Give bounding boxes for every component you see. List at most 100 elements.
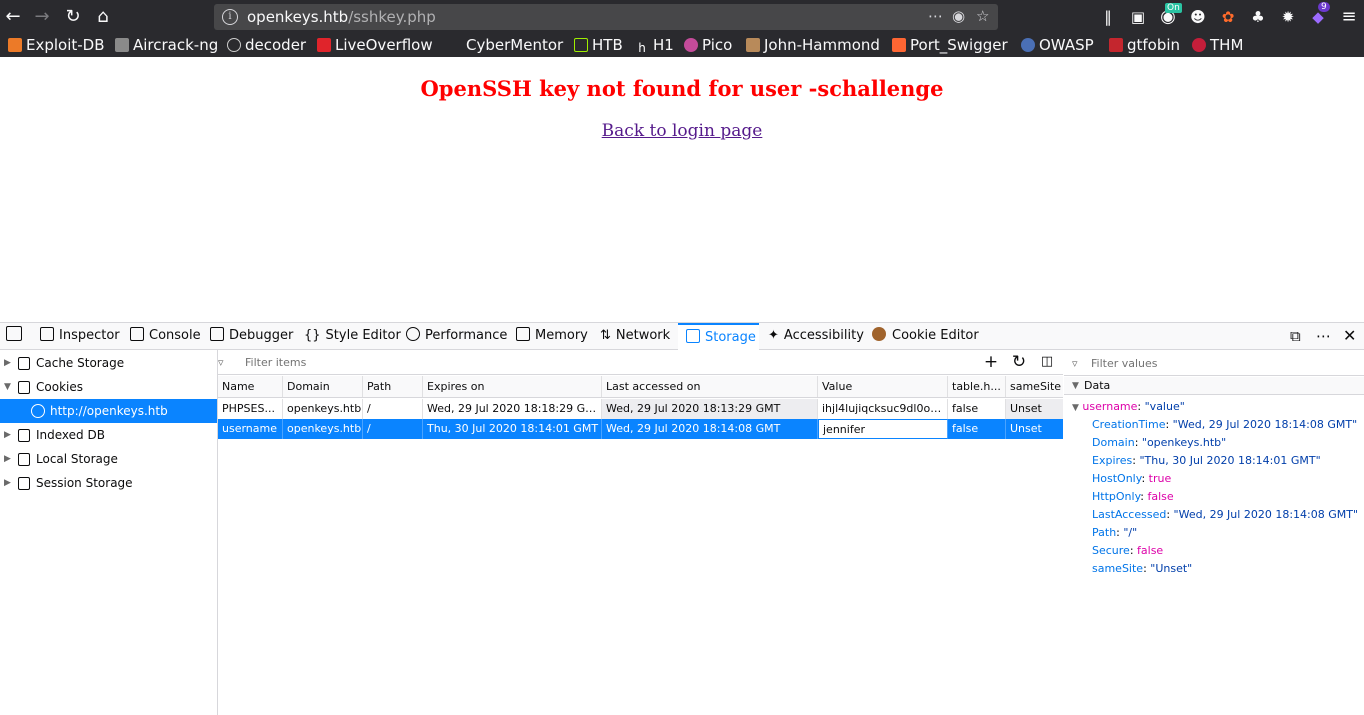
sidebar-item-openkeys-host[interactable]: http://openkeys.htb	[0, 399, 217, 423]
bookmark-liveoverflow[interactable]: LiveOverflow	[317, 35, 433, 55]
sidebar-item-cache-storage[interactable]: ▶ Cache Storage	[0, 351, 217, 375]
filter-items-bar: ▿ Filter items + ↻ ◫	[218, 350, 1063, 375]
close-devtools-icon[interactable]: ✕	[1343, 323, 1356, 350]
pocket-icon[interactable]: ◉	[952, 7, 965, 25]
filter-values-input[interactable]: Filter values	[1091, 357, 1158, 370]
portswigger-icon	[892, 38, 906, 52]
bookmark-decoder[interactable]: decoder	[227, 35, 306, 55]
sidebar-item-indexed-db[interactable]: ▶ Indexed DB	[0, 423, 217, 447]
account-icon[interactable]: ☻	[1187, 6, 1209, 28]
bookmark-gtfobin[interactable]: gtfobin	[1109, 35, 1180, 55]
table-header: Name Domain Path Expires on Last accesse…	[218, 376, 1063, 398]
bookmark-thm[interactable]: THM	[1192, 35, 1243, 55]
sidebar-toggle-icon[interactable]: ▣	[1127, 6, 1149, 28]
bookmark-john-hammond[interactable]: John-Hammond	[746, 35, 880, 55]
column-header-value[interactable]: Value	[818, 376, 948, 397]
collapse-arrow-icon[interactable]: ▼	[4, 375, 11, 399]
bookmark-exploit-db[interactable]: Exploit-DB	[8, 35, 105, 55]
url-host: openkeys.htb	[247, 8, 349, 26]
collapse-arrow-icon[interactable]: ▼	[1072, 377, 1079, 395]
accessibility-icon: ✦	[768, 328, 779, 343]
sidebar-item-local-storage[interactable]: ▶ Local Storage	[0, 447, 217, 471]
notification-badge: 9	[1318, 2, 1330, 12]
cookie-icon	[872, 327, 886, 341]
bookmark-aircrack-ng[interactable]: Aircrack-ng	[115, 35, 218, 55]
collapse-arrow-icon[interactable]: ▼	[1072, 403, 1079, 413]
page-actions-icon[interactable]: ⋯	[928, 7, 943, 25]
cookie-value-editor[interactable]: jennifer	[818, 419, 948, 439]
url-bar[interactable]: i openkeys.htb/sshkey.php ⋯ ◉ ☆	[214, 4, 998, 30]
column-header-hostonly[interactable]: table.h...	[948, 376, 1006, 397]
memory-icon	[516, 327, 530, 341]
style-editor-icon: {}	[304, 328, 321, 343]
bookmark-htb[interactable]: HTB	[574, 35, 623, 55]
devtools-menu-icon[interactable]: ⋯	[1316, 323, 1331, 350]
data-prop: Path: "/"	[1092, 526, 1138, 539]
expand-arrow-icon[interactable]: ▶	[4, 447, 11, 471]
data-prop: Expires: "Thu, 30 Jul 2020 18:14:01 GMT"	[1092, 454, 1321, 467]
tab-performance[interactable]: Performance	[406, 323, 507, 350]
sidebar-item-session-storage[interactable]: ▶ Session Storage	[0, 471, 217, 495]
page-content: OpenSSH key not found for user -schallen…	[0, 57, 1364, 322]
tab-console[interactable]: Console	[130, 323, 201, 350]
sidebar-item-cookies[interactable]: ▼ Cookies	[0, 375, 217, 399]
back-arrow-icon[interactable]: ←	[2, 6, 24, 28]
expand-arrow-icon[interactable]: ▶	[4, 423, 11, 447]
tab-debugger[interactable]: Debugger	[210, 323, 293, 350]
table-empty-area	[218, 439, 1063, 715]
bookmark-port-swigger[interactable]: Port_Swigger	[892, 35, 1008, 55]
tab-style-editor[interactable]: {} Style Editor	[304, 323, 401, 350]
table-row[interactable]: PHPSES... openkeys.htb / Wed, 29 Jul 202…	[218, 399, 1063, 419]
tab-network[interactable]: ⇅ Network	[600, 323, 670, 350]
toggle-sidebar-icon[interactable]: ◫	[1036, 352, 1058, 372]
performance-icon	[406, 327, 420, 341]
add-item-icon[interactable]: +	[980, 352, 1002, 372]
column-header-last-accessed[interactable]: Last accessed on	[602, 376, 818, 397]
devtools-tabbar: Inspector Console Debugger {} Style Edito…	[0, 322, 1364, 350]
reload-icon[interactable]: ↻	[62, 6, 84, 28]
bookmark-h1[interactable]: h H1	[635, 35, 674, 55]
tab-cookie-editor[interactable]: Cookie Editor	[872, 323, 979, 350]
column-header-domain[interactable]: Domain	[283, 376, 363, 397]
pick-element-icon[interactable]	[6, 323, 27, 350]
site-info-icon[interactable]: i	[222, 9, 238, 25]
hackerone-icon: h	[635, 41, 649, 55]
extension-icon[interactable]: ♣	[1247, 6, 1269, 28]
cookie-table-pane: ▿ Filter items + ↻ ◫ Name Domain Path Ex…	[218, 350, 1063, 715]
back-to-login-link[interactable]: Back to login page	[602, 121, 763, 141]
foxyproxy-icon[interactable]: ✿	[1217, 6, 1239, 28]
data-section-header[interactable]: ▼ Data	[1064, 377, 1364, 395]
column-header-name[interactable]: Name	[218, 376, 283, 397]
forward-arrow-icon[interactable]: →	[31, 6, 53, 28]
tab-storage[interactable]: Storage	[678, 323, 759, 350]
tab-inspector[interactable]: Inspector	[40, 323, 120, 350]
settings-icon[interactable]: ✹	[1277, 6, 1299, 28]
database-icon	[18, 429, 30, 442]
column-header-expires[interactable]: Expires on	[423, 376, 602, 397]
column-header-path[interactable]: Path	[363, 376, 423, 397]
debugger-icon	[210, 327, 224, 341]
tab-accessibility[interactable]: ✦ Accessibility	[768, 323, 864, 350]
url-path: /sshkey.php	[348, 8, 436, 26]
menu-icon[interactable]: ≡	[1338, 6, 1360, 28]
home-icon[interactable]: ⌂	[92, 6, 114, 28]
bookmark-pico[interactable]: Pico	[684, 35, 732, 55]
library-icon[interactable]: ‖	[1097, 6, 1119, 28]
expand-arrow-icon[interactable]: ▶	[4, 471, 11, 495]
exploit-db-icon	[8, 38, 22, 52]
table-row[interactable]: username openkeys.htb / Thu, 30 Jul 2020…	[218, 419, 1063, 439]
data-prop: Secure: false	[1092, 544, 1164, 557]
dock-side-icon[interactable]: ⧉	[1290, 323, 1301, 350]
refresh-icon[interactable]: ↻	[1008, 352, 1030, 372]
addon-badge: On	[1165, 3, 1182, 13]
network-icon: ⇅	[600, 328, 611, 343]
filter-items-input[interactable]: Filter items	[245, 356, 306, 369]
database-icon	[18, 477, 30, 490]
tab-memory[interactable]: Memory	[516, 323, 588, 350]
bookmark-owasp[interactable]: OWASP	[1021, 35, 1094, 55]
data-root-entry[interactable]: ▼ username: "value"	[1072, 400, 1185, 413]
column-header-samesite[interactable]: sameSite	[1006, 376, 1063, 397]
bookmark-cybermentor[interactable]: CyberMentor	[448, 35, 563, 55]
expand-arrow-icon[interactable]: ▶	[4, 351, 11, 375]
bookmark-star-icon[interactable]: ☆	[976, 7, 989, 25]
